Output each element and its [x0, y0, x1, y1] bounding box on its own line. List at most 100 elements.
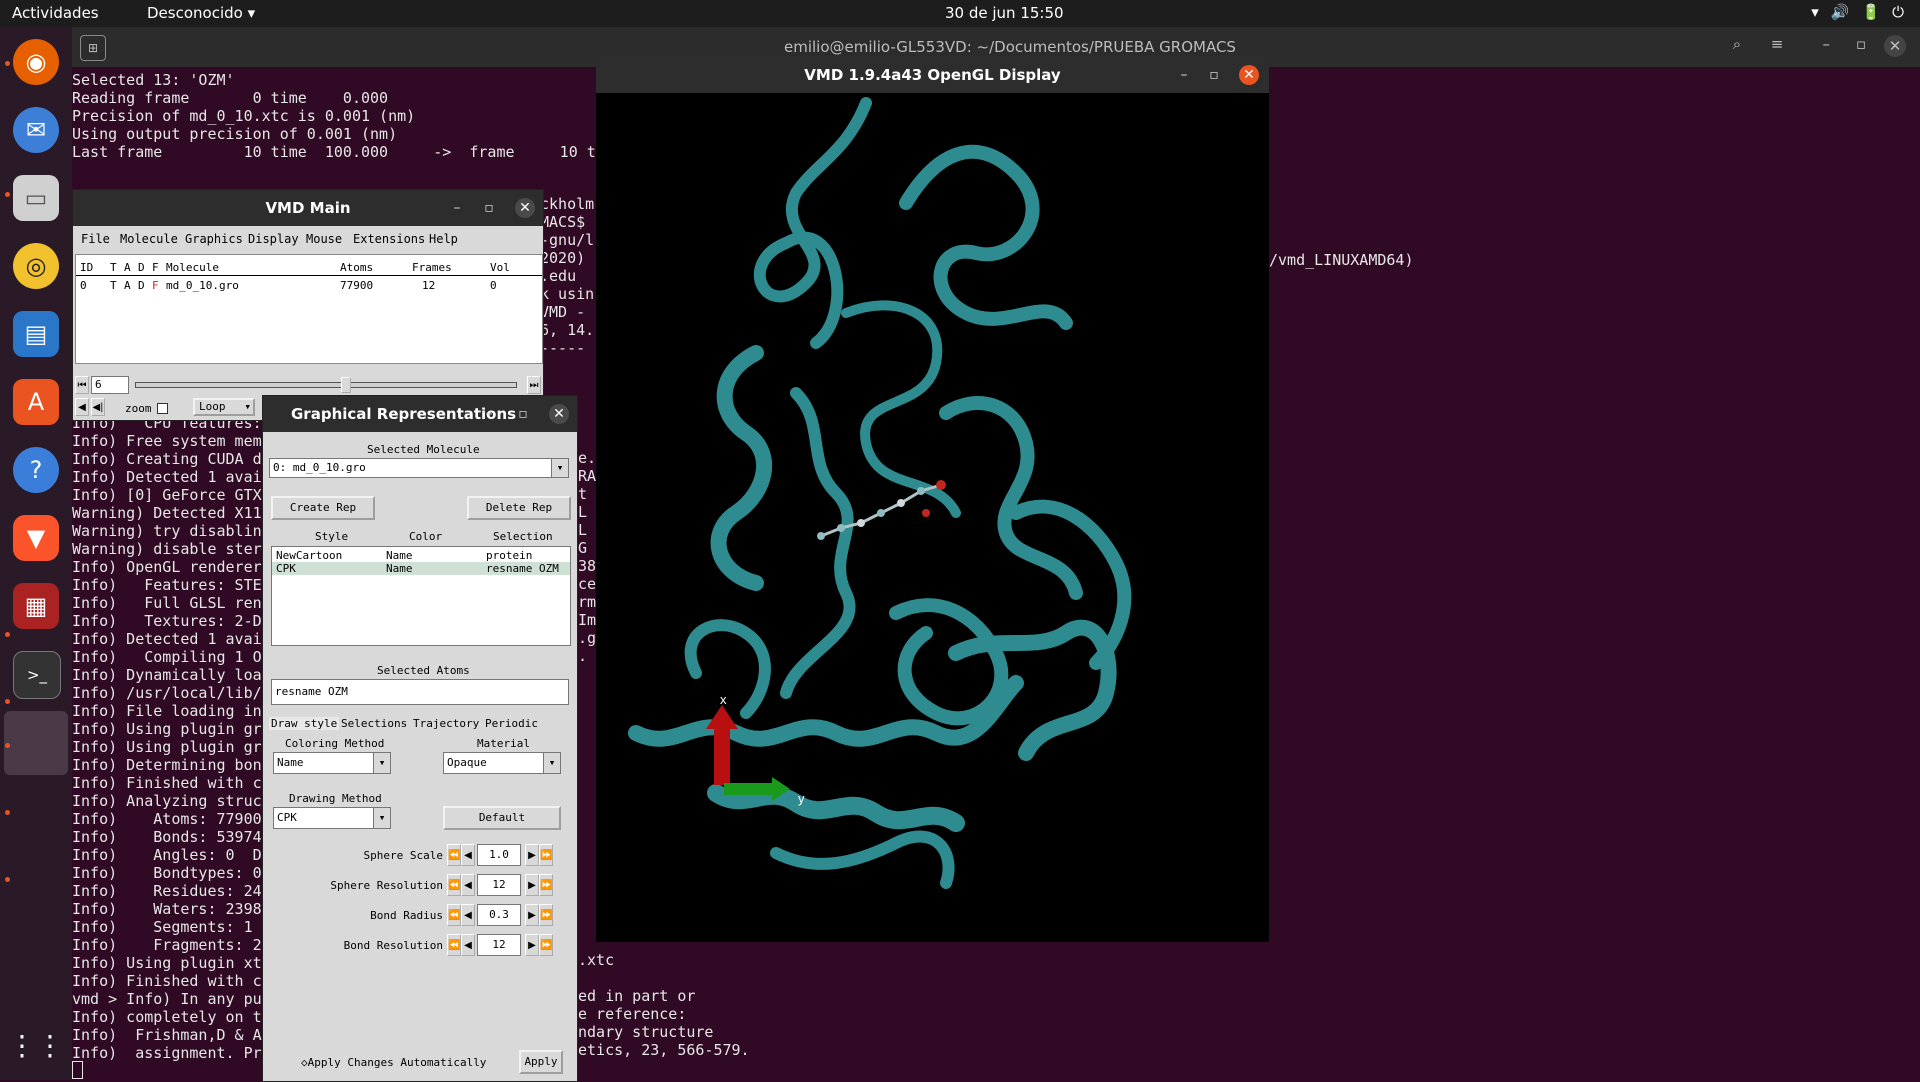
- power-icon[interactable]: ⏻: [1892, 3, 1904, 21]
- wifi-icon[interactable]: ▾: [1811, 3, 1819, 21]
- chevron-down-icon[interactable]: ▾: [551, 459, 568, 477]
- close-icon[interactable]: ✕: [1239, 65, 1259, 85]
- clock[interactable]: 30 de jun 15:50: [945, 4, 1064, 22]
- param-value-input[interactable]: 12: [477, 874, 521, 896]
- decrease-button[interactable]: ◀: [461, 874, 475, 896]
- tab-periodic[interactable]: Periodic: [485, 717, 538, 730]
- graphical-representations-window[interactable]: Graphical Representations – ▫ ✕ Selected…: [262, 395, 578, 1082]
- chevron-down-icon[interactable]: ▾: [373, 753, 390, 773]
- row-t[interactable]: T: [110, 279, 117, 292]
- forward-end-button[interactable]: ⏭: [527, 376, 541, 394]
- rewind-start-button[interactable]: ⏮: [75, 376, 89, 394]
- menu-mouse[interactable]: Mouse: [306, 232, 342, 246]
- decrease-button[interactable]: ◀: [461, 934, 475, 956]
- chevron-down-icon[interactable]: ▾: [373, 808, 390, 828]
- selected-molecule-select[interactable]: 0: md_0_10.gro ▾: [269, 458, 569, 478]
- firefox-icon[interactable]: ◉: [13, 39, 59, 85]
- decrease-fast-button[interactable]: ⏪: [447, 904, 461, 926]
- decrease-fast-button[interactable]: ⏪: [447, 934, 461, 956]
- param-value-input[interactable]: 0.3: [477, 904, 521, 926]
- terminal-icon[interactable]: >_: [13, 651, 61, 699]
- menu-file[interactable]: File: [81, 232, 110, 246]
- param-value-input[interactable]: 12: [477, 934, 521, 956]
- system-tray[interactable]: ▾ 🔊 🔋 ⏻: [1811, 3, 1904, 21]
- molecule-viewport[interactable]: x y: [596, 93, 1269, 942]
- increase-fast-button[interactable]: ⏩: [539, 874, 553, 896]
- gl-titlebar[interactable]: VMD 1.9.4a43 OpenGL Display: [596, 57, 1269, 93]
- maximize-icon[interactable]: ▫: [479, 198, 499, 218]
- step-back-button[interactable]: ◀|: [91, 398, 105, 416]
- search-icon[interactable]: ⌕: [1724, 35, 1750, 59]
- apply-auto-checkbox[interactable]: ◇Apply Changes Automatically: [301, 1056, 486, 1069]
- row-f[interactable]: F: [152, 279, 159, 292]
- create-rep-button[interactable]: Create Rep: [271, 496, 375, 520]
- maximize-icon[interactable]: ▫: [513, 404, 533, 424]
- material-select[interactable]: Opaque ▾: [443, 752, 561, 774]
- active-window-slot[interactable]: [4, 711, 68, 775]
- decrease-fast-button[interactable]: ⏪: [447, 844, 461, 866]
- vmd-main-titlebar[interactable]: VMD Main: [73, 190, 543, 226]
- selected-atoms-input[interactable]: resname OZM: [271, 679, 569, 705]
- apps-grid-icon[interactable]: ⋮⋮: [8, 1022, 64, 1068]
- increase-button[interactable]: ▶: [525, 904, 539, 926]
- tab-draw-style[interactable]: Draw style: [269, 717, 340, 730]
- brave-icon[interactable]: ▼: [13, 515, 59, 561]
- files-icon[interactable]: ▭: [13, 175, 59, 221]
- menu-display[interactable]: Display: [248, 232, 299, 246]
- rep-row[interactable]: NewCartoon Name protein: [272, 549, 570, 562]
- rep-row-selected[interactable]: CPK Name resname OZM: [272, 562, 570, 575]
- frame-slider-thumb[interactable]: [341, 377, 351, 393]
- frame-slider[interactable]: [135, 382, 517, 388]
- zoom-checkbox[interactable]: [157, 403, 168, 414]
- network-menu[interactable]: Desconocido ▾: [147, 4, 255, 22]
- loop-select[interactable]: Loop ▾: [193, 398, 255, 416]
- decrease-button[interactable]: ◀: [461, 844, 475, 866]
- minimize-icon[interactable]: –: [1823, 35, 1831, 53]
- vmd-opengl-window[interactable]: VMD 1.9.4a43 OpenGL Display – ▫ ✕ x y: [596, 57, 1269, 942]
- tab-selections[interactable]: Selections: [341, 717, 407, 730]
- minimize-icon[interactable]: –: [479, 404, 499, 424]
- menu-molecule[interactable]: Molecule: [120, 232, 178, 246]
- activities-button[interactable]: Actividades: [12, 4, 99, 22]
- increase-fast-button[interactable]: ⏩: [539, 844, 553, 866]
- default-button[interactable]: Default: [443, 806, 561, 830]
- decrease-fast-button[interactable]: ⏪: [447, 874, 461, 896]
- coloring-method-select[interactable]: Name ▾: [273, 752, 391, 774]
- menu-icon[interactable]: ≡: [1764, 35, 1790, 59]
- new-tab-icon[interactable]: ⊞: [80, 35, 106, 61]
- volume-icon[interactable]: 🔊: [1831, 3, 1850, 21]
- play-reverse-button[interactable]: ◀: [75, 398, 89, 416]
- param-value-input[interactable]: 1.0: [477, 844, 521, 866]
- drawing-method-select[interactable]: CPK ▾: [273, 807, 391, 829]
- menu-help[interactable]: Help: [429, 232, 458, 246]
- close-icon[interactable]: ✕: [1884, 35, 1906, 57]
- chevron-down-icon[interactable]: ▾: [543, 753, 560, 773]
- vmd-icon[interactable]: ▦: [13, 583, 59, 629]
- close-icon[interactable]: ✕: [549, 404, 569, 424]
- help-icon[interactable]: ?: [13, 447, 59, 493]
- reps-list[interactable]: NewCartoon Name protein CPK Name resname…: [271, 546, 571, 646]
- delete-rep-button[interactable]: Delete Rep: [467, 496, 571, 520]
- apply-button[interactable]: Apply: [519, 1050, 563, 1074]
- decrease-button[interactable]: ◀: [461, 904, 475, 926]
- battery-icon[interactable]: 🔋: [1861, 3, 1880, 21]
- increase-button[interactable]: ▶: [525, 934, 539, 956]
- maximize-icon[interactable]: ▫: [1204, 65, 1224, 85]
- increase-fast-button[interactable]: ⏩: [539, 934, 553, 956]
- increase-button[interactable]: ▶: [525, 874, 539, 896]
- menu-graphics[interactable]: Graphics: [185, 232, 243, 246]
- increase-fast-button[interactable]: ⏩: [539, 904, 553, 926]
- maximize-icon[interactable]: ▫: [1856, 35, 1866, 53]
- row-a[interactable]: A: [124, 279, 131, 292]
- minimize-icon[interactable]: –: [1174, 65, 1194, 85]
- rhythmbox-icon[interactable]: ◎: [13, 243, 59, 289]
- software-icon[interactable]: A: [13, 379, 59, 425]
- molecule-list[interactable]: ID T A D F Molecule Atoms Frames Vol 0 T…: [75, 254, 543, 364]
- writer-icon[interactable]: ▤: [13, 311, 59, 357]
- menu-extensions[interactable]: Extensions: [353, 232, 425, 246]
- increase-button[interactable]: ▶: [525, 844, 539, 866]
- close-icon[interactable]: ✕: [515, 198, 535, 218]
- vmd-main-window[interactable]: VMD Main – ▫ ✕ File Molecule Graphics Di…: [72, 189, 544, 421]
- tab-trajectory[interactable]: Trajectory: [413, 717, 479, 730]
- thunderbird-icon[interactable]: ✉: [13, 107, 59, 153]
